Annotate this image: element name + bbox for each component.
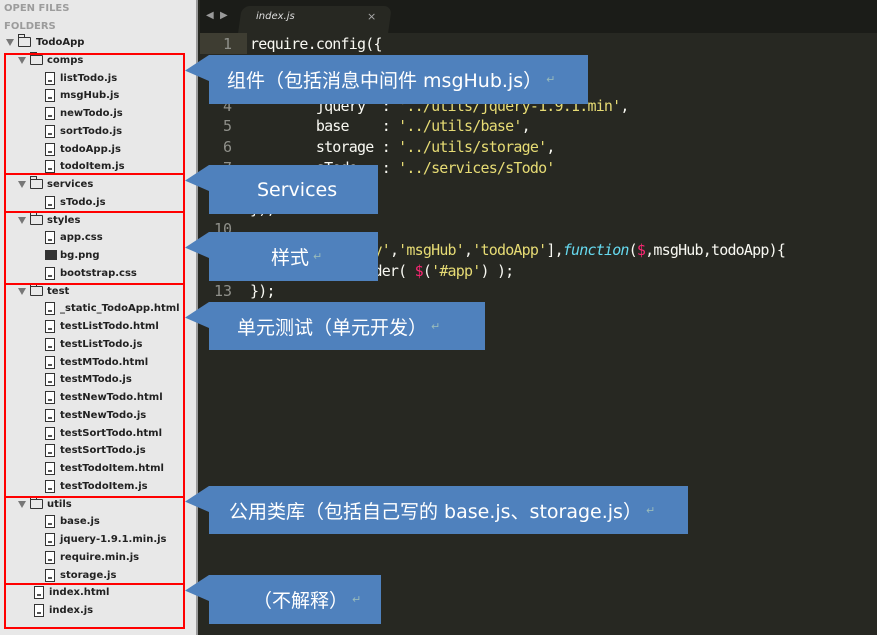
folder-open-icon <box>18 34 31 47</box>
folder-item[interactable]: TodoApp <box>0 34 190 51</box>
line-number: 1 <box>222 35 232 53</box>
callout-utils: 公用类库（包括自己写的 base.js、storage.js） ↵ <box>185 486 688 534</box>
line-number: 6 <box>222 138 232 156</box>
code-token: , <box>620 96 629 115</box>
code-token: , <box>389 241 399 259</box>
callout-text: 组件（包括消息中间件 msgHub.js） <box>227 70 543 92</box>
code-line: storage : '../utils/storage', <box>250 138 556 156</box>
callout-text: Services <box>257 178 338 201</box>
highlight-test <box>4 283 185 498</box>
folders-header: FOLDERS <box>4 21 56 32</box>
tab-bar: ◀ ▶ index.js × <box>200 0 877 33</box>
callout-tests: 单元测试（单元开发） ↵ <box>185 302 485 350</box>
return-mark: ↵ <box>431 319 441 333</box>
code-token: ) ); <box>480 261 514 280</box>
highlight-styles <box>4 211 185 285</box>
code-token: , <box>546 138 555 156</box>
callout-styles: 样式 ↵ <box>185 232 378 281</box>
return-mark: ↵ <box>313 250 323 263</box>
line-number: 13 <box>213 282 232 301</box>
code-token: ( <box>422 261 432 280</box>
callout-components: 组件（包括消息中间件 msgHub.js） ↵ <box>185 55 588 104</box>
code-line: require.config({ <box>250 35 383 53</box>
code-token: 'todoApp' <box>472 241 547 259</box>
callout-text: 公用类库（包括自己写的 base.js、storage.js） <box>229 500 642 523</box>
code-token: }); <box>250 282 275 301</box>
callout-text: （不解释） <box>253 590 349 612</box>
return-mark: ↵ <box>352 593 362 606</box>
callout-services: Services <box>185 165 378 214</box>
code-token: $ <box>636 241 646 259</box>
code-token: ,msgHub,todoApp){ <box>645 241 786 259</box>
code-token: base : <box>250 117 399 136</box>
code-token: ( <box>628 241 638 259</box>
code-token: function <box>562 241 630 259</box>
callout-index: （不解释） ↵ <box>185 575 381 624</box>
nav-forward-icon[interactable]: ▶ <box>220 10 228 21</box>
highlight-services <box>4 173 185 213</box>
callout-text: 单元测试（单元开发） <box>237 316 428 339</box>
disclosure-arrow-icon[interactable] <box>6 39 14 46</box>
return-mark: ↵ <box>645 503 656 517</box>
open-files-header: OPEN FILES <box>4 3 70 14</box>
item-label: TodoApp <box>36 37 85 48</box>
code-token: 'msgHub' <box>398 241 465 259</box>
code-token: '../utils/storage' <box>398 138 547 156</box>
return-mark: ↵ <box>546 73 556 86</box>
highlight-utils <box>4 496 185 585</box>
close-icon[interactable]: × <box>367 10 376 23</box>
code-line: base : '../utils/base', <box>250 117 531 136</box>
code-token: '../utils/base' <box>398 117 522 136</box>
code-token: ], <box>546 241 563 259</box>
line-number: 5 <box>222 117 232 136</box>
nav-back-icon[interactable]: ◀ <box>206 10 214 21</box>
code-token: storage : <box>250 138 399 156</box>
code-token: $ <box>414 261 424 280</box>
highlight-index <box>4 583 185 629</box>
code-token: require.config({ <box>250 35 383 53</box>
highlight-comps <box>4 53 185 175</box>
code-token: '../services/sTodo' <box>398 158 555 177</box>
tab-label[interactable]: index.js <box>256 11 295 22</box>
code-token: , <box>521 117 531 136</box>
sidebar: OPEN FILES FOLDERS TodoApp comps listTodo.… <box>0 0 198 635</box>
code-token: '#app' <box>431 261 481 280</box>
code-line: }); <box>250 282 275 300</box>
callout-text: 样式 <box>271 247 310 269</box>
